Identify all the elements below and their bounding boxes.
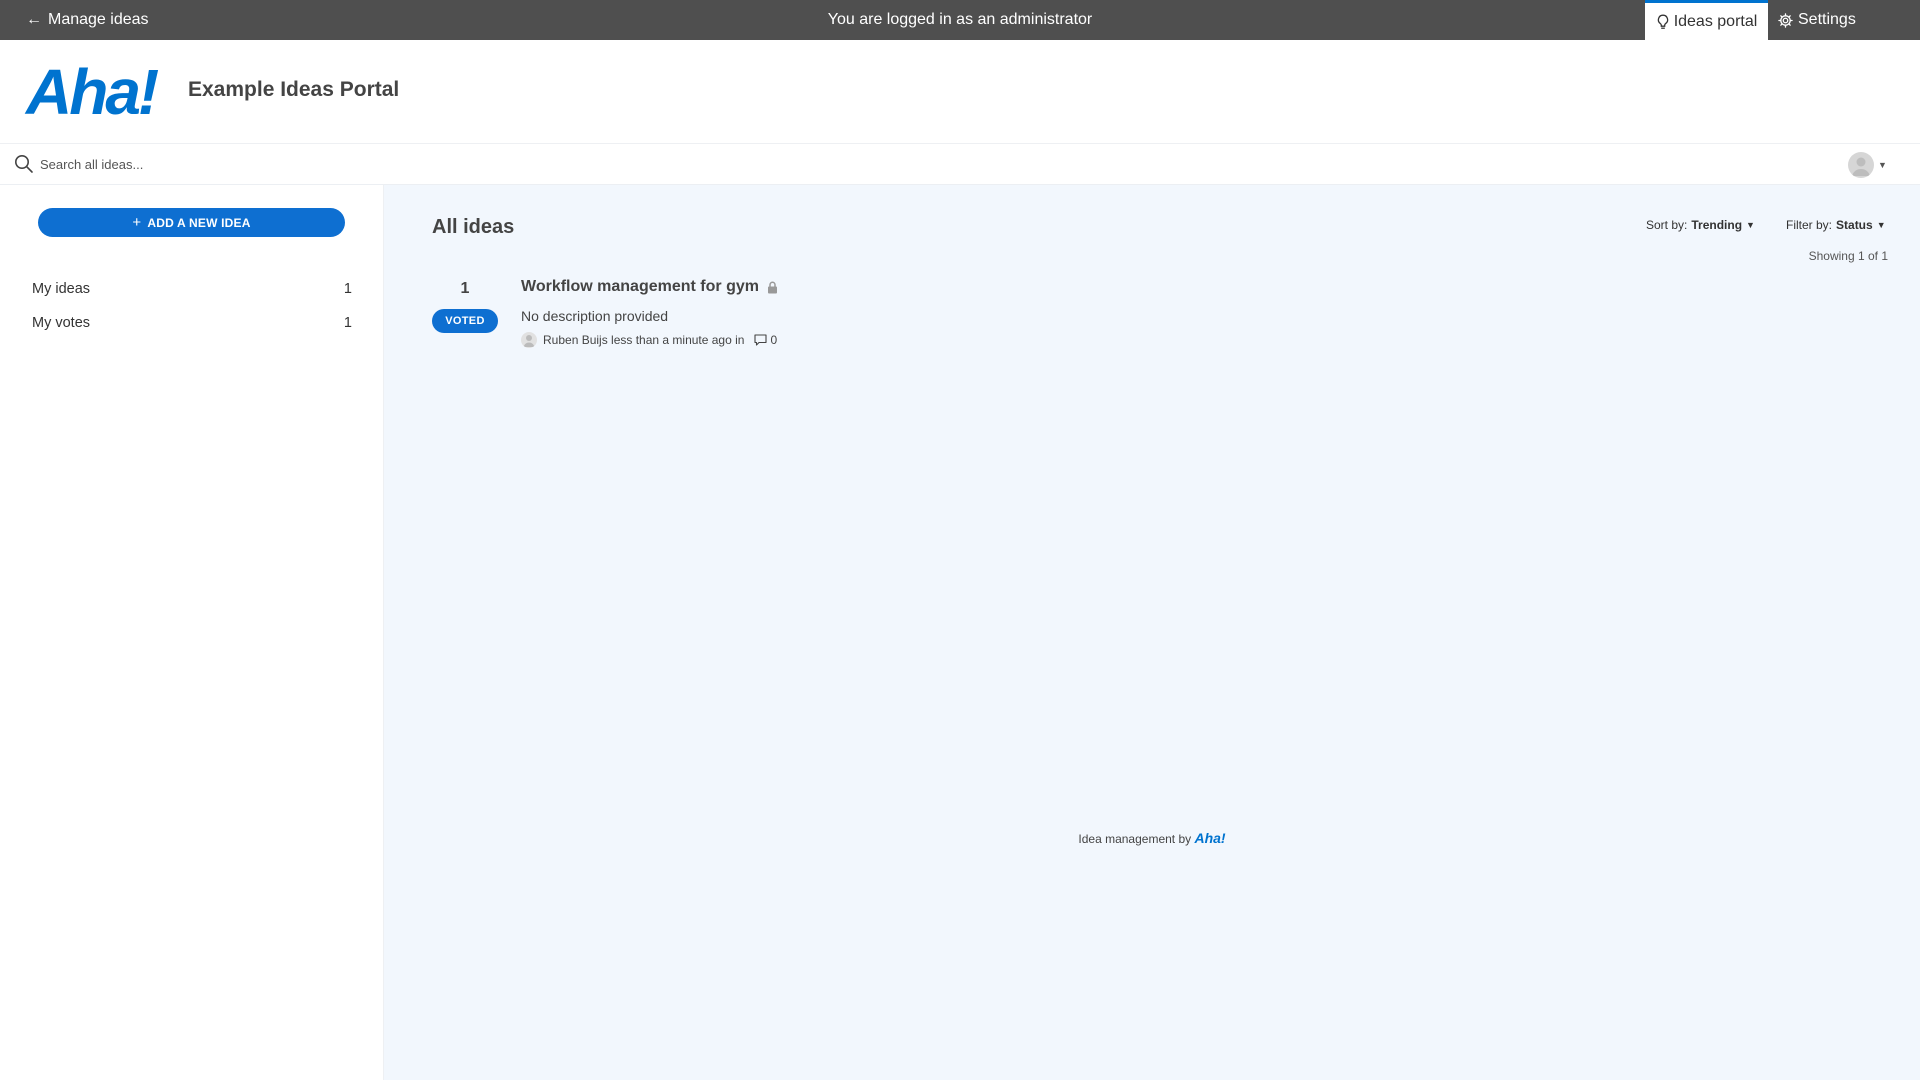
user-icon [1852, 157, 1870, 176]
add-new-idea-label: ADD A NEW IDEA [147, 215, 251, 230]
idea-author-meta: Ruben Buijs less than a minute ago in [543, 333, 745, 347]
sidebar: + ADD A NEW IDEA My ideas 1 My votes 1 [0, 185, 384, 1080]
arrow-left-icon: ← [26, 11, 42, 28]
sidebar-item-label: My ideas [32, 281, 91, 297]
sidebar-item-count: 1 [343, 315, 352, 331]
filter-label: Filter by: [1786, 218, 1833, 232]
sidebar-item-my-ideas[interactable]: My ideas 1 [32, 278, 352, 300]
sidebar-item-my-votes[interactable]: My votes 1 [32, 312, 352, 334]
add-new-idea-button[interactable]: + ADD A NEW IDEA [38, 208, 345, 237]
footer-aha-logo[interactable]: Aha! [1194, 830, 1225, 846]
user-icon [523, 335, 535, 347]
comment-count: 0 [770, 333, 778, 347]
tab-settings[interactable]: Settings [1778, 0, 1856, 40]
search-bar: ▼ [0, 144, 1920, 185]
vote-count: 1 [460, 280, 470, 297]
comments-link[interactable]: 0 [754, 333, 777, 347]
voted-button[interactable]: VOTED [432, 309, 498, 333]
search-input[interactable] [40, 152, 640, 176]
sidebar-item-label: My votes [32, 315, 91, 331]
idea-item: 1 VOTED Workflow management for gym No d… [432, 278, 1232, 360]
tab-ideas-portal-label: Ideas portal [1673, 12, 1758, 30]
idea-description: No description provided [521, 308, 669, 324]
caret-down-icon: ▼ [1876, 220, 1886, 230]
portal-title: Example Ideas Portal [188, 78, 400, 101]
footer-text: Idea management by [1078, 832, 1192, 846]
manage-ideas-label: Manage ideas [48, 11, 149, 28]
author-avatar [521, 332, 537, 348]
admin-notice: You are logged in as an administrator [827, 11, 1093, 28]
idea-title-link[interactable]: Workflow management for gym [521, 278, 778, 296]
footer: Idea management by Aha! [384, 830, 1920, 846]
admin-notice-wrap: You are logged in as an administrator [0, 0, 1920, 40]
caret-down-icon: ▼ [1746, 220, 1755, 230]
lock-icon [767, 281, 777, 293]
aha-logo[interactable]: Aha! [26, 60, 159, 124]
comment-icon [754, 334, 768, 346]
portal-header: Aha! Example Ideas Portal [0, 40, 1920, 144]
manage-ideas-link[interactable]: ← Manage ideas [26, 0, 149, 40]
admin-bar: ← Manage ideas You are logged in as an a… [0, 0, 1920, 40]
sort-label: Sort by: [1646, 218, 1688, 232]
page-title: All ideas [432, 216, 515, 238]
user-menu[interactable]: ▼ [1848, 152, 1887, 178]
results-count: Showing 1 of 1 [1808, 249, 1888, 263]
filter-value: Status [1836, 218, 1873, 232]
plus-icon: + [132, 214, 142, 231]
idea-meta: Ruben Buijs less than a minute ago in 0 [521, 332, 777, 348]
search-icon [15, 155, 33, 173]
filter-dropdown[interactable]: Filter by: Status ▼ [1786, 218, 1886, 232]
main-content: All ideas Sort by: Trending ▼ Filter by:… [384, 185, 1920, 1080]
lightbulb-icon [1657, 14, 1668, 29]
sort-dropdown[interactable]: Sort by: Trending ▼ [1646, 218, 1755, 232]
gear-icon [1778, 12, 1793, 28]
sidebar-item-count: 1 [343, 281, 352, 297]
chevron-down-icon: ▼ [1878, 160, 1887, 170]
idea-title: Workflow management for gym [521, 278, 759, 295]
avatar [1848, 152, 1874, 178]
sort-value: Trending [1691, 218, 1743, 232]
tab-ideas-portal[interactable]: Ideas portal [1645, 0, 1768, 40]
tab-settings-label: Settings [1798, 11, 1856, 28]
